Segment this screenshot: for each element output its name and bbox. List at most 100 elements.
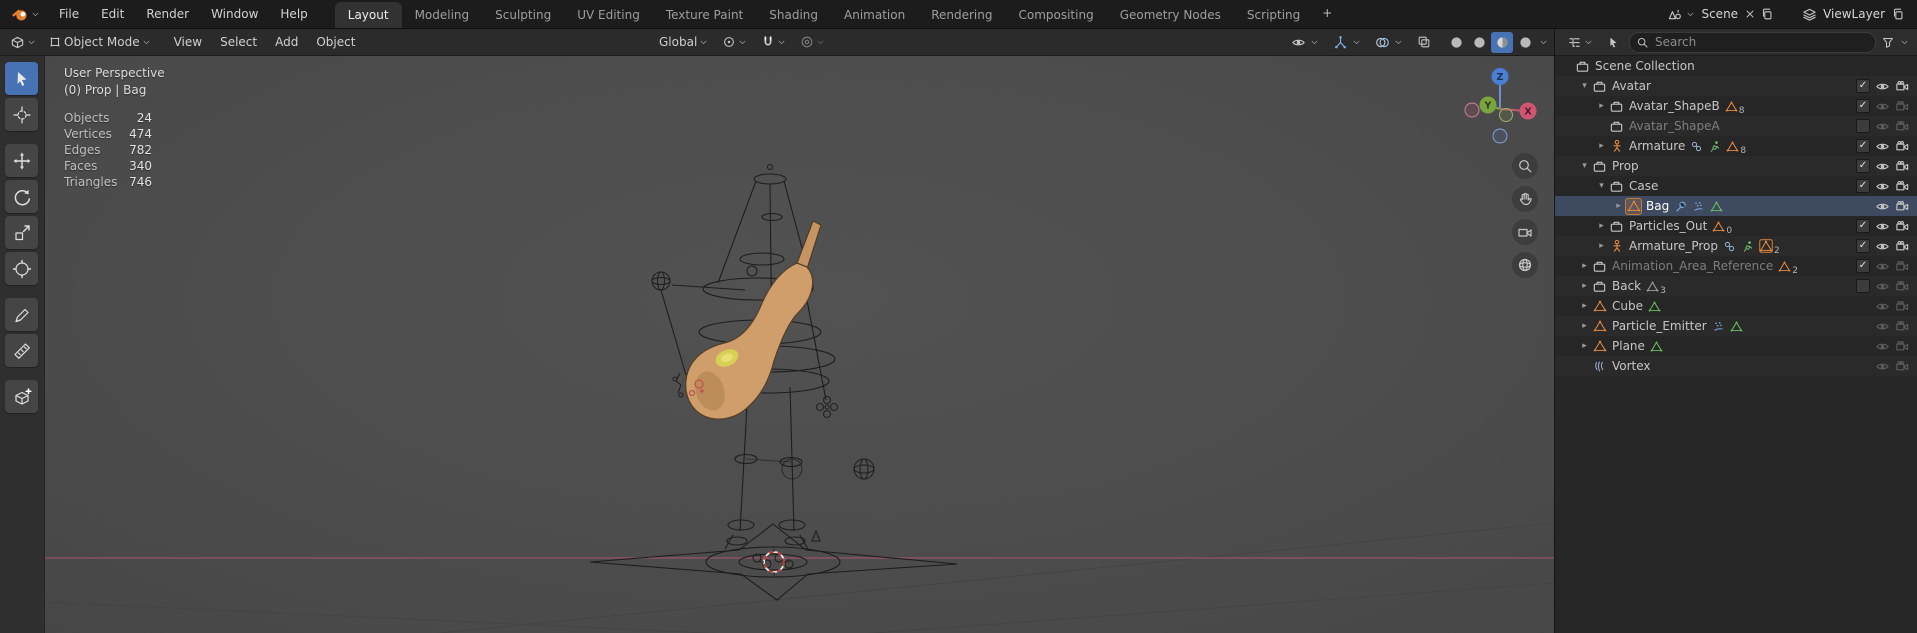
tab-shading[interactable]: Shading xyxy=(756,2,831,28)
unlink-scene-icon[interactable] xyxy=(1744,8,1756,20)
expand-arrow[interactable]: ▸ xyxy=(1578,281,1591,291)
outliner-row-avatar[interactable]: ▾Avatar✓ xyxy=(1555,76,1917,96)
exclude-checkbox[interactable]: ✓ xyxy=(1856,219,1870,233)
blender-menu-button[interactable] xyxy=(0,0,48,28)
editor-type-button[interactable] xyxy=(6,32,40,53)
disable-in-renders-camera-icon[interactable] xyxy=(1895,339,1910,354)
pan-hand-button[interactable] xyxy=(1512,186,1538,212)
disable-in-renders-camera-icon[interactable] xyxy=(1895,239,1910,254)
hide-in-viewport-eye-icon[interactable] xyxy=(1875,259,1890,274)
tool-tweak-select[interactable] xyxy=(5,62,38,95)
expand-arrow[interactable]: ▾ xyxy=(1578,161,1591,171)
pivot-dropdown[interactable] xyxy=(718,32,751,53)
disable-in-renders-camera-icon[interactable] xyxy=(1895,99,1910,114)
camera-view-button[interactable] xyxy=(1512,219,1538,245)
outliner-row-scene-collection[interactable]: Scene Collection xyxy=(1555,56,1917,76)
expand-arrow[interactable]: ▸ xyxy=(1578,341,1591,351)
expand-arrow[interactable]: ▸ xyxy=(1578,301,1591,311)
outliner-row-plane[interactable]: ▸Plane xyxy=(1555,336,1917,356)
expand-arrow[interactable]: ▸ xyxy=(1612,201,1625,211)
tab-geometry-nodes[interactable]: Geometry Nodes xyxy=(1107,2,1234,28)
tool-measure[interactable] xyxy=(5,334,38,367)
show-overlays-button[interactable] xyxy=(1371,32,1393,53)
shading-rendered-button[interactable] xyxy=(1514,32,1536,53)
hide-in-viewport-eye-icon[interactable] xyxy=(1875,239,1890,254)
expand-arrow[interactable]: ▾ xyxy=(1578,81,1591,91)
display-mode-button[interactable] xyxy=(1602,32,1624,53)
tool-add-cube[interactable] xyxy=(5,380,38,413)
exclude-checkbox[interactable]: ✓ xyxy=(1856,99,1870,113)
outliner-row-back[interactable]: ▸Back3 xyxy=(1555,276,1917,296)
add-workspace-button[interactable]: + xyxy=(1313,0,1341,28)
tab-animation[interactable]: Animation xyxy=(831,2,918,28)
exclude-checkbox[interactable]: ✓ xyxy=(1856,239,1870,253)
disable-in-renders-camera-icon[interactable] xyxy=(1895,319,1910,334)
shading-material-preview-button[interactable] xyxy=(1491,32,1513,53)
tool-rotate[interactable] xyxy=(5,180,38,213)
exclude-checkbox[interactable]: ✓ xyxy=(1856,79,1870,93)
outliner-search[interactable] xyxy=(1629,32,1876,53)
viewport-menu-object[interactable]: Object xyxy=(307,29,364,55)
hide-in-viewport-eye-icon[interactable] xyxy=(1875,179,1890,194)
filter-funnel-icon[interactable] xyxy=(1881,35,1895,49)
snap-dropdown[interactable] xyxy=(757,32,790,53)
hide-in-viewport-eye-icon[interactable] xyxy=(1875,339,1890,354)
outliner-row-prop[interactable]: ▾Prop✓ xyxy=(1555,156,1917,176)
expand-arrow[interactable]: ▸ xyxy=(1595,141,1608,151)
viewport-menu-add[interactable]: Add xyxy=(266,29,307,55)
hide-in-viewport-eye-icon[interactable] xyxy=(1875,299,1890,314)
exclude-checkbox[interactable] xyxy=(1856,119,1870,133)
outliner-row-particle-emitter[interactable]: ▸Particle_Emitter xyxy=(1555,316,1917,336)
hide-in-viewport-eye-icon[interactable] xyxy=(1875,139,1890,154)
disable-in-renders-camera-icon[interactable] xyxy=(1895,159,1910,174)
outliner-row-animation-area-reference[interactable]: ▸Animation_Area_Reference2✓ xyxy=(1555,256,1917,276)
navigation-gizmo[interactable]: Z X Y xyxy=(1458,63,1542,150)
disable-in-renders-camera-icon[interactable] xyxy=(1895,199,1910,214)
outliner-row-armature[interactable]: ▸Armature8✓ xyxy=(1555,136,1917,156)
viewport-menu-view[interactable]: View xyxy=(165,29,211,55)
exclude-checkbox[interactable]: ✓ xyxy=(1856,179,1870,193)
hide-in-viewport-eye-icon[interactable] xyxy=(1875,219,1890,234)
disable-in-renders-camera-icon[interactable] xyxy=(1895,259,1910,274)
new-viewlayer-icon[interactable] xyxy=(1891,7,1905,21)
viewport-canvas[interactable]: User Perspective (0) Prop | Bag Objects2… xyxy=(0,55,1554,633)
outliner-row-particles-out[interactable]: ▸Particles_Out0✓ xyxy=(1555,216,1917,236)
show-gizmo-button[interactable] xyxy=(1329,32,1351,53)
outliner-row-armature-prop[interactable]: ▸Armature_Prop2✓ xyxy=(1555,236,1917,256)
search-input[interactable] xyxy=(1653,34,1869,50)
hide-in-viewport-eye-icon[interactable] xyxy=(1875,119,1890,134)
hide-in-viewport-eye-icon[interactable] xyxy=(1875,99,1890,114)
hide-in-viewport-eye-icon[interactable] xyxy=(1875,79,1890,94)
disable-in-renders-camera-icon[interactable] xyxy=(1895,219,1910,234)
outliner-row-vortex[interactable]: Vortex xyxy=(1555,356,1917,376)
tool-scale[interactable] xyxy=(5,216,38,249)
disable-in-renders-camera-icon[interactable] xyxy=(1895,279,1910,294)
disable-in-renders-camera-icon[interactable] xyxy=(1895,359,1910,374)
hide-in-viewport-eye-icon[interactable] xyxy=(1875,359,1890,374)
expand-arrow[interactable]: ▸ xyxy=(1578,321,1591,331)
toggle-xray-button[interactable] xyxy=(1413,32,1435,53)
selectability-visibility-button[interactable] xyxy=(1287,32,1309,53)
disable-in-renders-camera-icon[interactable] xyxy=(1895,119,1910,134)
tab-modeling[interactable]: Modeling xyxy=(402,2,483,28)
tab-scripting[interactable]: Scripting xyxy=(1234,2,1313,28)
menu-edit[interactable]: Edit xyxy=(90,0,135,28)
mode-dropdown[interactable]: Object Mode xyxy=(44,32,155,53)
expand-arrow[interactable]: ▸ xyxy=(1595,101,1608,111)
disable-in-renders-camera-icon[interactable] xyxy=(1895,139,1910,154)
outliner-row-bag[interactable]: ▸Bag xyxy=(1555,196,1917,216)
exclude-checkbox[interactable]: ✓ xyxy=(1856,159,1870,173)
tab-uv-editing[interactable]: UV Editing xyxy=(564,2,653,28)
hide-in-viewport-eye-icon[interactable] xyxy=(1875,319,1890,334)
tool-transform[interactable] xyxy=(5,252,38,285)
outliner-row-case[interactable]: ▾Case✓ xyxy=(1555,176,1917,196)
exclude-checkbox[interactable]: ✓ xyxy=(1856,259,1870,273)
shading-wireframe-button[interactable] xyxy=(1445,32,1467,53)
outliner-editor-type-button[interactable] xyxy=(1563,32,1597,53)
expand-arrow[interactable]: ▸ xyxy=(1595,241,1608,251)
viewlayer-selector[interactable]: ViewLayer xyxy=(1802,7,1905,22)
outliner-row-avatar-shapea[interactable]: Avatar_ShapeA xyxy=(1555,116,1917,136)
tab-sculpting[interactable]: Sculpting xyxy=(482,2,564,28)
hide-in-viewport-eye-icon[interactable] xyxy=(1875,159,1890,174)
tool-move[interactable] xyxy=(5,144,38,177)
